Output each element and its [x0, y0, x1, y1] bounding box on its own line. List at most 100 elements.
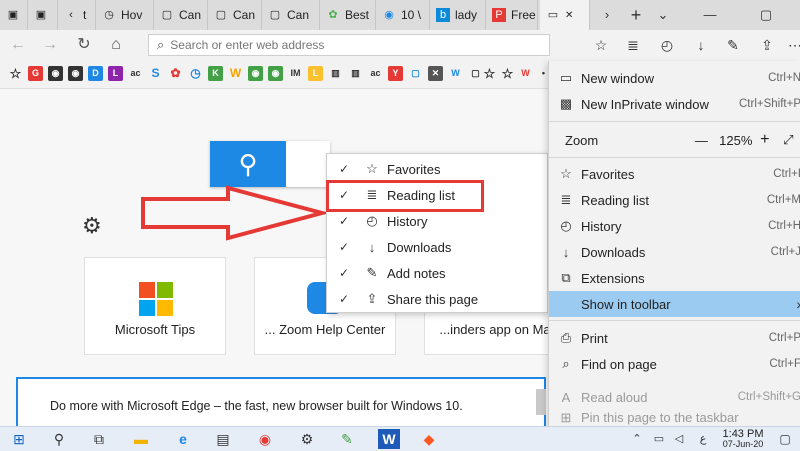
- close-icon[interactable]: ✕: [565, 10, 573, 21]
- bookmark-icon[interactable]: ac: [128, 66, 143, 81]
- bookmark-icon[interactable]: ac: [368, 66, 383, 81]
- bookmark-icon[interactable]: ◉: [68, 66, 83, 81]
- bookmark-icon[interactable]: D: [88, 66, 103, 81]
- bookmark-icon[interactable]: ▢: [408, 66, 423, 81]
- star-icon[interactable]: ☆: [8, 66, 23, 81]
- chevron-up-icon[interactable]: ⌃: [626, 429, 648, 449]
- word-icon[interactable]: W: [378, 429, 400, 449]
- file-explorer-icon[interactable]: ▬: [130, 429, 152, 449]
- submenu-item-add-notes[interactable]: ✓ ✎ Add notes: [327, 260, 547, 286]
- more-icon[interactable]: ⋯: [784, 34, 800, 56]
- bookmark-icon[interactable]: ▢: [468, 66, 483, 81]
- bookmark-icon[interactable]: ✿: [168, 66, 183, 81]
- menu-item-favorites[interactable]: ☆ Favorites Ctrl+I: [549, 161, 800, 187]
- download-icon[interactable]: ↓: [690, 34, 712, 56]
- search-button[interactable]: ⚲: [210, 141, 286, 187]
- chrome-icon[interactable]: ◉: [254, 429, 276, 449]
- star-icon[interactable]: ☆: [500, 66, 515, 81]
- bookmark-icon[interactable]: W: [228, 66, 243, 81]
- zoom-in-button[interactable]: +: [754, 131, 776, 149]
- tab-item[interactable]: ✿ Best: [320, 0, 376, 30]
- tab-item[interactable]: ▢ Can: [208, 0, 262, 30]
- notification-icon[interactable]: ▢: [774, 429, 796, 449]
- menu-item-find-on-page[interactable]: ⌕ Find on page Ctrl+F: [549, 351, 800, 377]
- bookmark-icon[interactable]: S: [148, 66, 163, 81]
- menu-item-reading-list[interactable]: ≣ Reading list Ctrl+M: [549, 187, 800, 213]
- tab-item[interactable]: b lady: [430, 0, 486, 30]
- top-site-tile[interactable]: Microsoft Tips: [84, 257, 226, 355]
- bookmark-icon[interactable]: L: [108, 66, 123, 81]
- bookmark-icon[interactable]: L: [308, 66, 323, 81]
- share-icon[interactable]: ⇪: [756, 34, 778, 56]
- bookmark-icon[interactable]: ◉: [268, 66, 283, 81]
- input-language[interactable]: ع: [692, 429, 714, 449]
- menu-item-new-inprivate[interactable]: ▩ New InPrivate window Ctrl+Shift+P: [549, 91, 800, 117]
- bookmark-icon[interactable]: G: [28, 66, 43, 81]
- refresh-button[interactable]: ↻: [72, 34, 96, 56]
- back-button[interactable]: ←: [6, 34, 30, 56]
- menu-item-new-window[interactable]: ▭ New window Ctrl+N: [549, 65, 800, 91]
- network-icon[interactable]: ▭: [648, 429, 670, 449]
- tab-pinned[interactable]: ▣: [0, 0, 28, 30]
- bookmark-icon[interactable]: ◉: [48, 66, 63, 81]
- tab-active[interactable]: ▭ ✕: [540, 0, 590, 30]
- bookmark-icon[interactable]: ✕: [428, 66, 443, 81]
- bookmark-icon[interactable]: W: [448, 66, 463, 81]
- menu-item-extensions[interactable]: ⧉ Extensions: [549, 265, 800, 291]
- new-tab-button[interactable]: +: [622, 0, 650, 30]
- edge-icon[interactable]: e: [172, 429, 194, 449]
- volume-icon[interactable]: ◁: [668, 429, 690, 449]
- tab-item[interactable]: P Free: [486, 0, 538, 30]
- history-icon[interactable]: ◴: [656, 34, 678, 56]
- task-view-icon[interactable]: ⧉: [88, 429, 110, 449]
- scrollbar[interactable]: [536, 389, 546, 415]
- favorites-star-icon[interactable]: ☆: [590, 34, 612, 56]
- bookmark-icon[interactable]: ▥: [328, 66, 343, 81]
- bookmark-icon[interactable]: IM: [288, 66, 303, 81]
- bookmark-icon[interactable]: K: [208, 66, 223, 81]
- fullscreen-icon[interactable]: ⤢: [776, 132, 800, 148]
- menu-item-print[interactable]: ⎙ Print Ctrl+P: [549, 325, 800, 351]
- tab-item[interactable]: ◷ Hov: [96, 0, 154, 30]
- star-icon[interactable]: ☆: [482, 66, 497, 81]
- windows-start-icon[interactable]: ⊞: [8, 429, 30, 449]
- menu-item-downloads[interactable]: ↓ Downloads Ctrl+J: [549, 239, 800, 265]
- reading-list-icon[interactable]: ≣: [622, 34, 644, 56]
- submenu-item-favorites[interactable]: ✓ ☆ Favorites: [327, 156, 547, 182]
- taskbar-clock[interactable]: 1:43 PM 07-Jun-20: [718, 429, 768, 450]
- settings-gear-icon[interactable]: ⚙: [296, 429, 318, 449]
- bookmark-icon[interactable]: ◷: [188, 66, 203, 81]
- bookmark-icon[interactable]: W: [518, 66, 533, 81]
- tab-item[interactable]: ‹ t: [58, 0, 96, 30]
- tab-item[interactable]: ◉ 10 \: [376, 0, 430, 30]
- tab-scroll-right-icon[interactable]: ›: [594, 0, 620, 30]
- minimize-button[interactable]: —: [692, 0, 728, 30]
- paint-icon[interactable]: ✎: [336, 429, 358, 449]
- tab-pinned-2[interactable]: ▣: [28, 0, 58, 30]
- submenu-item-downloads[interactable]: ✓ ↓ Downloads: [327, 234, 547, 260]
- home-button[interactable]: ⌂: [104, 34, 128, 56]
- bookmark-icon[interactable]: ▥: [348, 66, 363, 81]
- tab-item[interactable]: ▢ Can: [154, 0, 208, 30]
- address-bar[interactable]: ⌕ Search or enter web address: [148, 34, 550, 56]
- tab-item[interactable]: ▢ Can: [262, 0, 320, 30]
- brave-icon[interactable]: ◆: [418, 429, 440, 449]
- zoom-out-button[interactable]: —: [685, 133, 718, 148]
- maximize-button[interactable]: ▢: [748, 0, 784, 30]
- chevron-down-icon[interactable]: ⌄: [650, 0, 676, 30]
- forward-button[interactable]: →: [38, 34, 62, 56]
- bookmark-icon[interactable]: ◉: [248, 66, 263, 81]
- menu-item-show-in-toolbar[interactable]: Show in toolbar ›: [549, 291, 800, 317]
- pen-icon[interactable]: ✎: [722, 34, 744, 56]
- store-icon[interactable]: ▤: [212, 429, 234, 449]
- web-search-box[interactable]: ⚲: [210, 141, 330, 187]
- submenu-item-share[interactable]: ✓ ⇪ Share this page: [327, 286, 547, 312]
- menu-item-history[interactable]: ◴ History Ctrl+H: [549, 213, 800, 239]
- search-icon[interactable]: ⚲: [48, 429, 70, 449]
- menu-item-read-aloud[interactable]: A Read aloud Ctrl+Shift+G: [549, 384, 800, 410]
- window-icon: ▭: [547, 9, 559, 21]
- gear-icon[interactable]: ⚙: [82, 213, 102, 239]
- menu-item-pin-taskbar[interactable]: ⊞ Pin this page to the taskbar: [549, 410, 800, 426]
- bookmark-icon[interactable]: Y: [388, 66, 403, 81]
- menu-divider: [549, 320, 800, 321]
